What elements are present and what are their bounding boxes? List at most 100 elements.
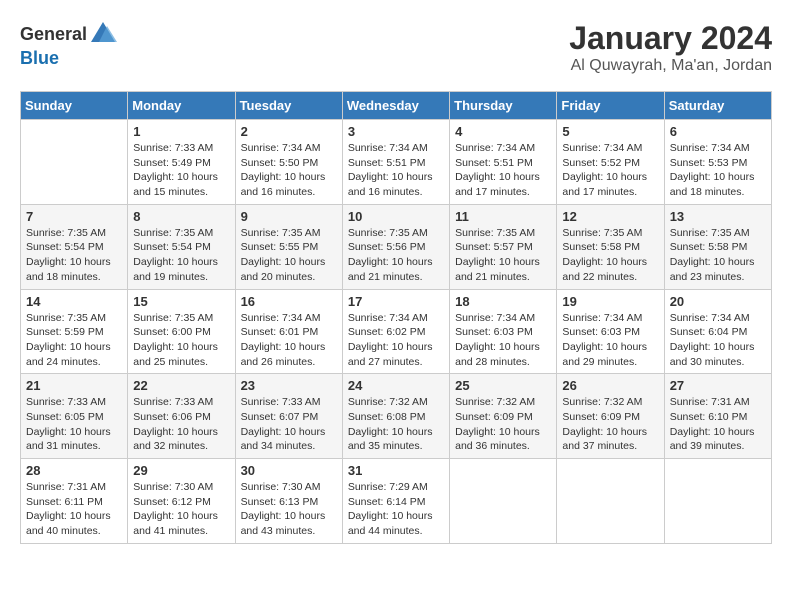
daylight-text: Daylight: 10 hours and 17 minutes.	[455, 170, 551, 199]
day-number: 16	[241, 294, 337, 309]
day-info: Sunrise: 7:31 AM Sunset: 6:11 PM Dayligh…	[26, 480, 122, 539]
sunset-text: Sunset: 5:52 PM	[562, 156, 658, 171]
sunrise-text: Sunrise: 7:35 AM	[133, 226, 229, 241]
table-row: 23 Sunrise: 7:33 AM Sunset: 6:07 PM Dayl…	[235, 374, 342, 459]
sunset-text: Sunset: 6:06 PM	[133, 410, 229, 425]
calendar-week-row: 7 Sunrise: 7:35 AM Sunset: 5:54 PM Dayli…	[21, 204, 772, 289]
sunset-text: Sunset: 6:11 PM	[26, 495, 122, 510]
day-info: Sunrise: 7:34 AM Sunset: 6:03 PM Dayligh…	[455, 311, 551, 370]
sunrise-text: Sunrise: 7:35 AM	[26, 311, 122, 326]
day-number: 4	[455, 124, 551, 139]
daylight-text: Daylight: 10 hours and 27 minutes.	[348, 340, 444, 369]
day-info: Sunrise: 7:34 AM Sunset: 5:51 PM Dayligh…	[348, 141, 444, 200]
table-row: 4 Sunrise: 7:34 AM Sunset: 5:51 PM Dayli…	[450, 120, 557, 205]
calendar-table: Sunday Monday Tuesday Wednesday Thursday…	[20, 91, 772, 544]
sunset-text: Sunset: 5:50 PM	[241, 156, 337, 171]
sunset-text: Sunset: 5:54 PM	[26, 240, 122, 255]
daylight-text: Daylight: 10 hours and 34 minutes.	[241, 425, 337, 454]
sunrise-text: Sunrise: 7:34 AM	[241, 311, 337, 326]
logo-icon	[89, 20, 117, 48]
daylight-text: Daylight: 10 hours and 40 minutes.	[26, 509, 122, 538]
table-row: 8 Sunrise: 7:35 AM Sunset: 5:54 PM Dayli…	[128, 204, 235, 289]
sunrise-text: Sunrise: 7:30 AM	[133, 480, 229, 495]
sunrise-text: Sunrise: 7:34 AM	[670, 141, 766, 156]
sunrise-text: Sunrise: 7:32 AM	[562, 395, 658, 410]
sunset-text: Sunset: 5:58 PM	[670, 240, 766, 255]
sunrise-text: Sunrise: 7:34 AM	[348, 311, 444, 326]
day-number: 8	[133, 209, 229, 224]
day-number: 3	[348, 124, 444, 139]
table-row	[664, 459, 771, 544]
table-row: 14 Sunrise: 7:35 AM Sunset: 5:59 PM Dayl…	[21, 289, 128, 374]
table-row: 22 Sunrise: 7:33 AM Sunset: 6:06 PM Dayl…	[128, 374, 235, 459]
header-thursday: Thursday	[450, 92, 557, 120]
day-number: 20	[670, 294, 766, 309]
sunrise-text: Sunrise: 7:33 AM	[241, 395, 337, 410]
daylight-text: Daylight: 10 hours and 23 minutes.	[670, 255, 766, 284]
table-row: 1 Sunrise: 7:33 AM Sunset: 5:49 PM Dayli…	[128, 120, 235, 205]
sunset-text: Sunset: 6:09 PM	[455, 410, 551, 425]
day-number: 25	[455, 378, 551, 393]
table-row: 12 Sunrise: 7:35 AM Sunset: 5:58 PM Dayl…	[557, 204, 664, 289]
calendar-week-row: 14 Sunrise: 7:35 AM Sunset: 5:59 PM Dayl…	[21, 289, 772, 374]
day-info: Sunrise: 7:35 AM Sunset: 5:58 PM Dayligh…	[670, 226, 766, 285]
logo: General Blue	[20, 20, 117, 69]
sunrise-text: Sunrise: 7:31 AM	[26, 480, 122, 495]
daylight-text: Daylight: 10 hours and 24 minutes.	[26, 340, 122, 369]
day-number: 1	[133, 124, 229, 139]
table-row: 21 Sunrise: 7:33 AM Sunset: 6:05 PM Dayl…	[21, 374, 128, 459]
sunrise-text: Sunrise: 7:34 AM	[455, 141, 551, 156]
daylight-text: Daylight: 10 hours and 28 minutes.	[455, 340, 551, 369]
header-tuesday: Tuesday	[235, 92, 342, 120]
day-info: Sunrise: 7:35 AM Sunset: 6:00 PM Dayligh…	[133, 311, 229, 370]
table-row: 18 Sunrise: 7:34 AM Sunset: 6:03 PM Dayl…	[450, 289, 557, 374]
header: General Blue January 2024 Al Quwayrah, M…	[20, 20, 772, 75]
day-number: 13	[670, 209, 766, 224]
day-number: 10	[348, 209, 444, 224]
table-row: 26 Sunrise: 7:32 AM Sunset: 6:09 PM Dayl…	[557, 374, 664, 459]
daylight-text: Daylight: 10 hours and 31 minutes.	[26, 425, 122, 454]
sunset-text: Sunset: 5:59 PM	[26, 325, 122, 340]
sunset-text: Sunset: 5:53 PM	[670, 156, 766, 171]
day-info: Sunrise: 7:33 AM Sunset: 6:05 PM Dayligh…	[26, 395, 122, 454]
calendar-week-row: 1 Sunrise: 7:33 AM Sunset: 5:49 PM Dayli…	[21, 120, 772, 205]
table-row: 15 Sunrise: 7:35 AM Sunset: 6:00 PM Dayl…	[128, 289, 235, 374]
sunrise-text: Sunrise: 7:35 AM	[26, 226, 122, 241]
daylight-text: Daylight: 10 hours and 25 minutes.	[133, 340, 229, 369]
sunset-text: Sunset: 5:55 PM	[241, 240, 337, 255]
sunrise-text: Sunrise: 7:30 AM	[241, 480, 337, 495]
sunrise-text: Sunrise: 7:34 AM	[348, 141, 444, 156]
day-info: Sunrise: 7:32 AM Sunset: 6:09 PM Dayligh…	[562, 395, 658, 454]
table-row: 17 Sunrise: 7:34 AM Sunset: 6:02 PM Dayl…	[342, 289, 449, 374]
day-info: Sunrise: 7:30 AM Sunset: 6:13 PM Dayligh…	[241, 480, 337, 539]
sunset-text: Sunset: 6:09 PM	[562, 410, 658, 425]
calendar-week-row: 28 Sunrise: 7:31 AM Sunset: 6:11 PM Dayl…	[21, 459, 772, 544]
logo-general: General	[20, 24, 87, 45]
sunrise-text: Sunrise: 7:34 AM	[562, 311, 658, 326]
day-number: 29	[133, 463, 229, 478]
day-number: 9	[241, 209, 337, 224]
table-row	[557, 459, 664, 544]
table-row: 10 Sunrise: 7:35 AM Sunset: 5:56 PM Dayl…	[342, 204, 449, 289]
sunrise-text: Sunrise: 7:31 AM	[670, 395, 766, 410]
sunset-text: Sunset: 5:57 PM	[455, 240, 551, 255]
sunrise-text: Sunrise: 7:33 AM	[26, 395, 122, 410]
day-info: Sunrise: 7:33 AM Sunset: 6:07 PM Dayligh…	[241, 395, 337, 454]
sunset-text: Sunset: 5:51 PM	[348, 156, 444, 171]
table-row: 16 Sunrise: 7:34 AM Sunset: 6:01 PM Dayl…	[235, 289, 342, 374]
day-number: 2	[241, 124, 337, 139]
day-number: 5	[562, 124, 658, 139]
table-row: 31 Sunrise: 7:29 AM Sunset: 6:14 PM Dayl…	[342, 459, 449, 544]
header-friday: Friday	[557, 92, 664, 120]
day-number: 31	[348, 463, 444, 478]
day-info: Sunrise: 7:35 AM Sunset: 5:59 PM Dayligh…	[26, 311, 122, 370]
daylight-text: Daylight: 10 hours and 22 minutes.	[562, 255, 658, 284]
sunrise-text: Sunrise: 7:34 AM	[455, 311, 551, 326]
sunset-text: Sunset: 5:54 PM	[133, 240, 229, 255]
day-info: Sunrise: 7:35 AM Sunset: 5:55 PM Dayligh…	[241, 226, 337, 285]
day-info: Sunrise: 7:35 AM Sunset: 5:54 PM Dayligh…	[26, 226, 122, 285]
table-row: 5 Sunrise: 7:34 AM Sunset: 5:52 PM Dayli…	[557, 120, 664, 205]
table-row: 27 Sunrise: 7:31 AM Sunset: 6:10 PM Dayl…	[664, 374, 771, 459]
sunrise-text: Sunrise: 7:34 AM	[241, 141, 337, 156]
daylight-text: Daylight: 10 hours and 15 minutes.	[133, 170, 229, 199]
